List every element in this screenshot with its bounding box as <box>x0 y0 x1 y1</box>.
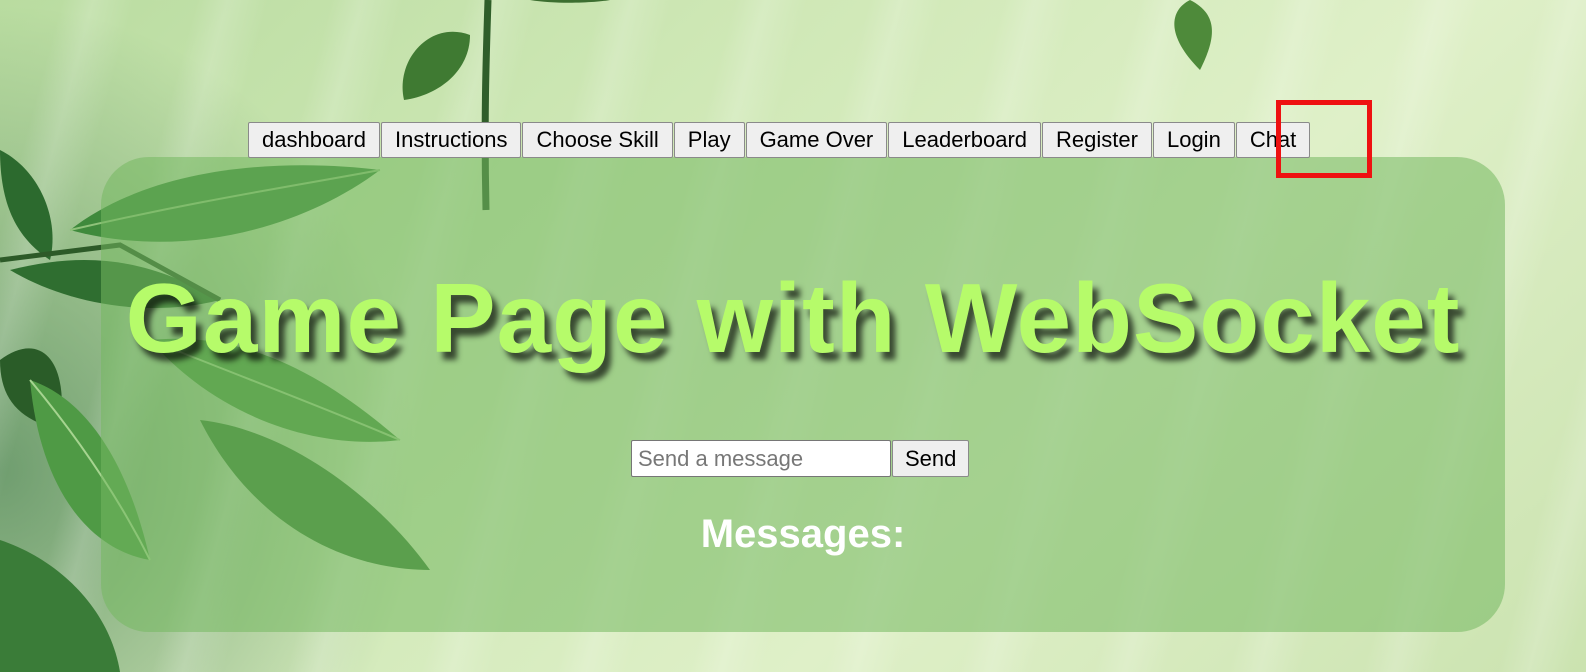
main-panel <box>101 157 1505 632</box>
nav-dashboard-button[interactable]: dashboard <box>248 122 380 158</box>
nav-leaderboard-button[interactable]: Leaderboard <box>888 122 1042 158</box>
page-title: Game Page with WebSocket <box>125 263 1461 373</box>
nav-play-button[interactable]: Play <box>673 122 745 158</box>
top-nav: dashboard Instructions Choose Skill Play… <box>248 122 1311 158</box>
nav-login-button[interactable]: Login <box>1152 122 1235 158</box>
message-input[interactable] <box>631 440 891 477</box>
nav-game-over-button[interactable]: Game Over <box>745 122 888 158</box>
nav-choose-skill-button[interactable]: Choose Skill <box>522 122 673 158</box>
send-button[interactable]: Send <box>892 440 970 477</box>
nav-instructions-button[interactable]: Instructions <box>380 122 522 158</box>
message-form: Send <box>631 440 970 477</box>
messages-heading: Messages: <box>700 512 906 556</box>
nav-register-button[interactable]: Register <box>1042 122 1152 158</box>
nav-chat-button[interactable]: Chat <box>1235 122 1311 158</box>
